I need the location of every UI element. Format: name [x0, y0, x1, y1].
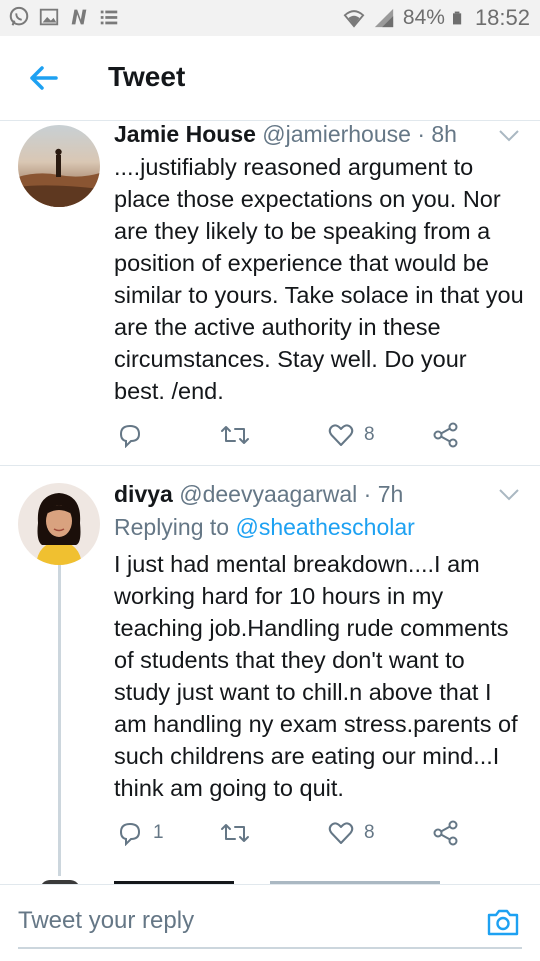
clock: 18:52 — [474, 5, 530, 30]
next-tweet-peek — [0, 876, 540, 884]
tweet-actions: 1 8 — [114, 818, 514, 848]
tweet-header: divya @deevyaagarwal · 7h — [114, 481, 403, 508]
reply-button[interactable]: 1 — [117, 818, 164, 848]
mention-link[interactable]: @sheathescholar — [235, 514, 414, 540]
chevron-down-icon[interactable] — [498, 488, 520, 502]
retweet-button[interactable] — [220, 818, 250, 848]
reply-icon — [119, 822, 141, 846]
signal-icon — [374, 8, 394, 28]
display-name[interactable]: divya — [114, 481, 173, 507]
tweet-actions: 8 — [114, 420, 514, 450]
handle-time: @jamierhouse · 8h — [262, 121, 457, 147]
thread-line — [58, 564, 61, 876]
image-icon — [39, 8, 59, 26]
input-underline — [18, 947, 522, 949]
reply-button[interactable] — [117, 420, 153, 450]
back-arrow-icon[interactable] — [18, 56, 66, 100]
like-button[interactable]: 8 — [328, 420, 375, 450]
list-icon — [100, 10, 118, 25]
tweet-header: Jamie House @jamierhouse · 8h — [114, 121, 457, 148]
tweet-jamie-house[interactable]: Jamie House @jamierhouse · 8h ....justif… — [0, 121, 540, 465]
tweet-text: I just had mental breakdown....I am work… — [114, 551, 518, 801]
app-header: Tweet — [0, 36, 540, 121]
reply-input[interactable] — [18, 903, 478, 939]
tweet-divya[interactable]: divya @deevyaagarwal · 7h Replying to @s… — [0, 466, 540, 876]
wifi-icon — [343, 10, 365, 28]
share-button[interactable] — [432, 818, 460, 848]
heart-icon — [328, 424, 354, 446]
avatar[interactable] — [18, 483, 100, 565]
like-button[interactable]: 8 — [328, 818, 375, 848]
replying-label: Replying to — [114, 514, 230, 540]
heart-icon — [328, 822, 354, 844]
like-count: 8 — [364, 424, 375, 445]
display-name[interactable]: Jamie House — [114, 121, 256, 147]
replying-to: Replying to @sheathescholar — [114, 514, 415, 541]
whatsapp-icon — [9, 6, 29, 26]
page-title: Tweet — [108, 61, 186, 92]
reply-icon — [119, 424, 141, 448]
avatar-image — [18, 483, 100, 565]
retweet-icon — [221, 824, 249, 842]
status-right: 84% 18:52 — [343, 5, 530, 31]
retweet-icon — [221, 426, 249, 444]
status-left-icons — [8, 6, 120, 28]
share-icon — [433, 422, 458, 448]
camera-icon[interactable] — [486, 907, 520, 937]
like-count: 8 — [364, 822, 375, 843]
share-button[interactable] — [432, 420, 460, 450]
avatar-image — [18, 125, 100, 207]
status-bar: 84% 18:52 — [0, 0, 540, 36]
chevron-down-icon[interactable] — [498, 129, 520, 143]
battery-icon — [452, 11, 462, 25]
share-icon — [433, 820, 458, 846]
tweet-text: ....justifiably reasoned argument to pla… — [114, 154, 524, 404]
reply-composer — [0, 884, 540, 961]
avatar[interactable] — [18, 125, 100, 207]
battery-percent: 84% — [402, 6, 445, 29]
reply-count: 1 — [153, 822, 164, 843]
n-app-icon — [71, 9, 87, 25]
retweet-button[interactable] — [220, 420, 250, 450]
handle-time: @deevyaagarwal · 7h — [179, 481, 404, 507]
